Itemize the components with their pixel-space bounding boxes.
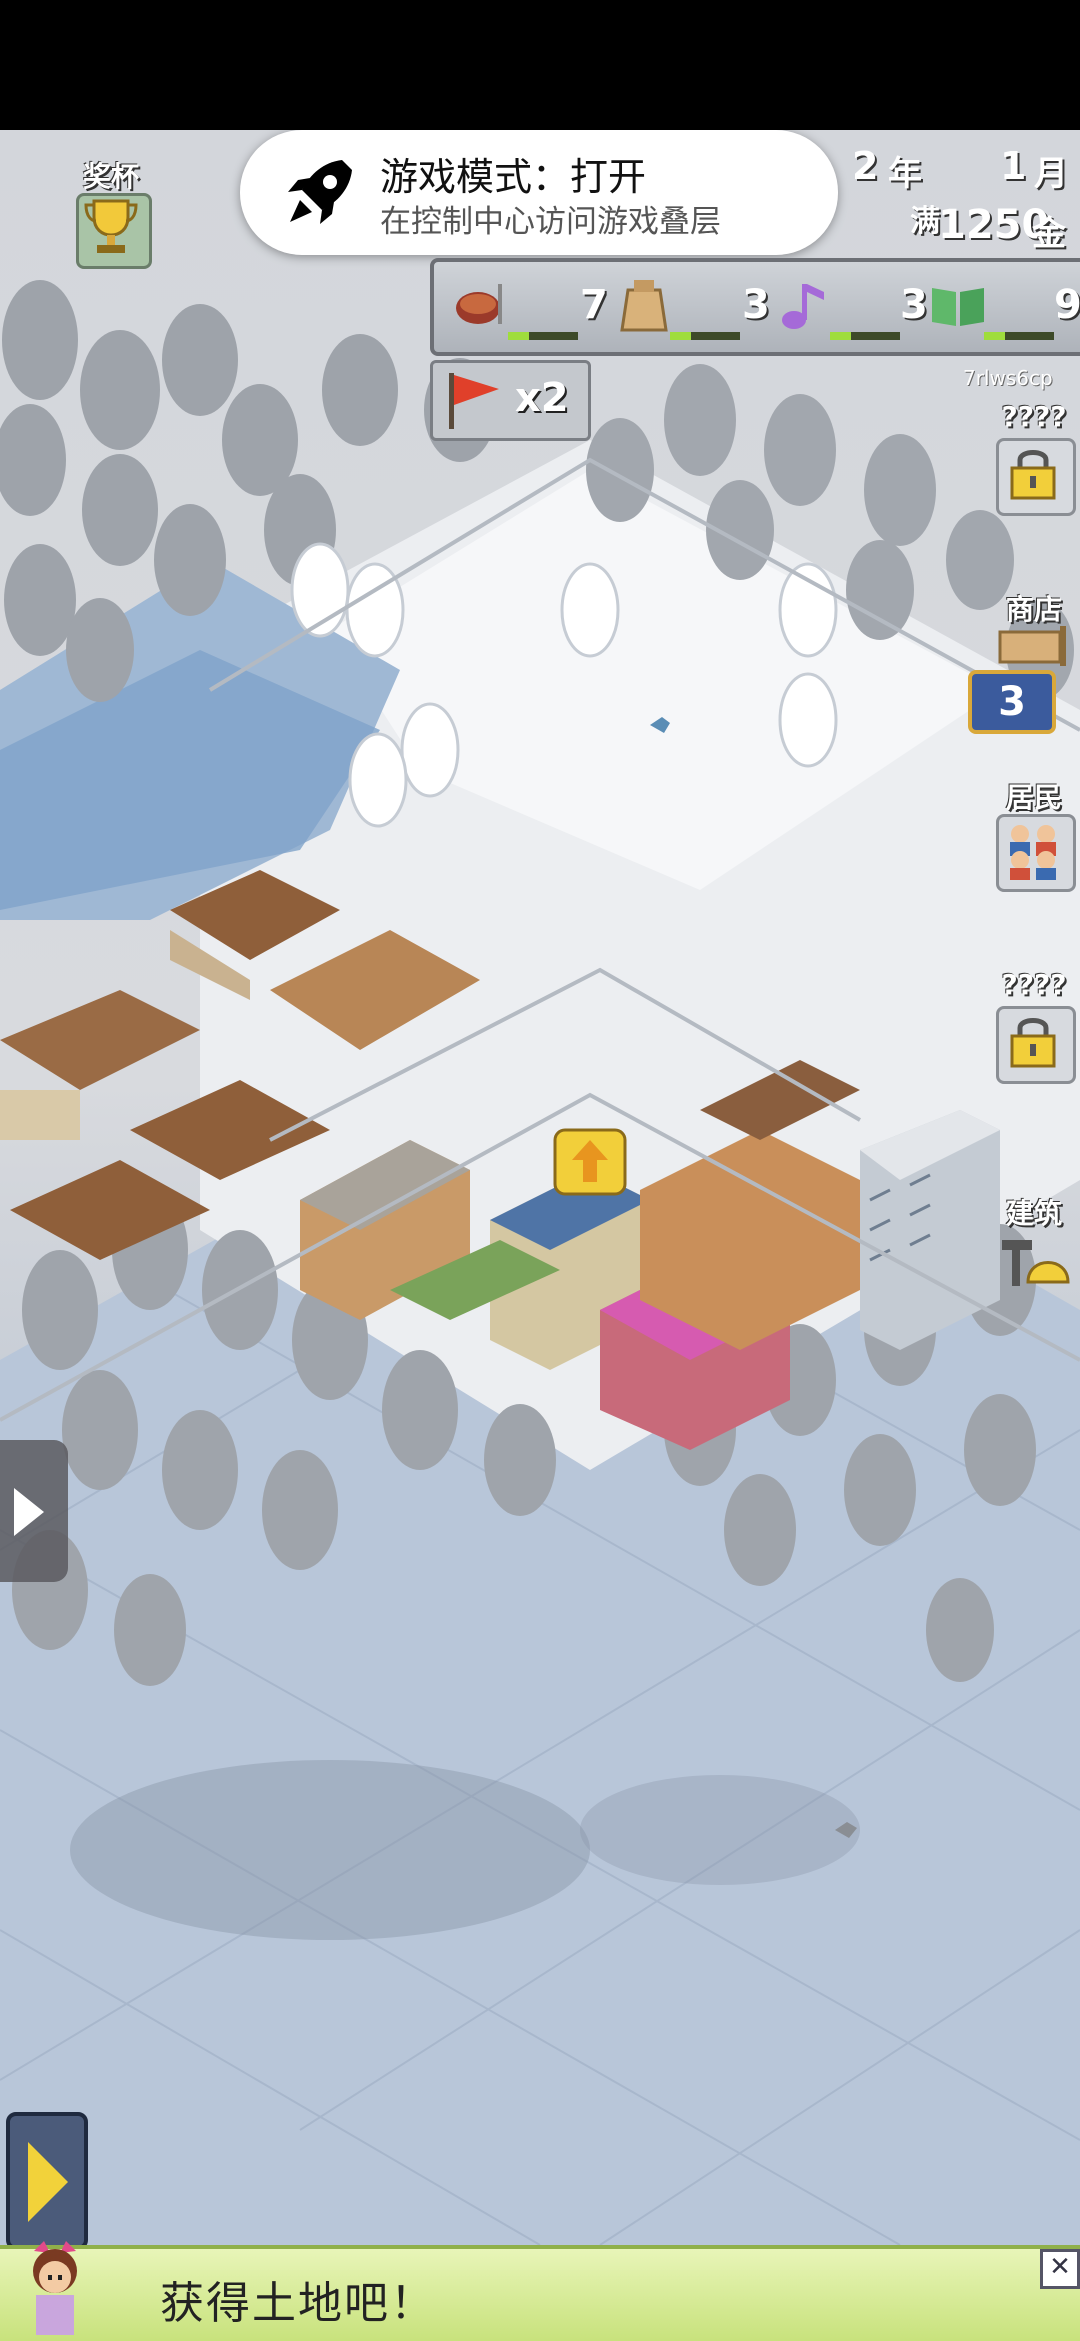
residents-label: 居民	[1005, 781, 1062, 814]
flag-bonus[interactable]: x2	[430, 360, 591, 441]
shop-count-badge: 3	[968, 670, 1056, 734]
food-value: 7	[580, 282, 608, 328]
money-unit: 金	[1032, 214, 1066, 254]
date-money-panel: 2 年 1 月 满 1250 金	[848, 140, 1076, 260]
locked-top-label: ????	[1001, 400, 1067, 433]
resource-food: 7	[452, 268, 608, 344]
shop-icon	[998, 626, 1066, 666]
year-label: 年	[888, 154, 922, 194]
advisor-avatar	[33, 2241, 77, 2335]
flag-multiplier: x2	[515, 375, 569, 421]
month-value: 1	[1000, 144, 1027, 188]
locked-mid-label: ????	[1001, 968, 1067, 1001]
resource-knowledge: 9	[928, 268, 1080, 344]
status-bar	[0, 0, 1080, 130]
toast-subtitle: 在控制中心访问游戏叠层	[380, 204, 721, 240]
book-icon	[932, 288, 984, 326]
toast-title: 游戏模式：打开	[380, 155, 647, 199]
advisor-dialog[interactable]: 获得土地吧！ ✕	[0, 2241, 1080, 2341]
rocket-icon	[288, 160, 352, 224]
chevron-right-icon	[14, 1488, 44, 1536]
trophy-icon	[84, 199, 138, 253]
resource-music: 3	[774, 268, 928, 344]
build-button[interactable]: 建筑	[990, 1192, 1080, 1292]
locked-feature-mid[interactable]: ????	[990, 968, 1080, 1084]
lock-icon	[1010, 450, 1056, 500]
knowledge-bar	[984, 332, 1054, 340]
game-mode-toast[interactable]: 游戏模式：打开 在控制中心访问游戏叠层	[240, 130, 838, 255]
shop-label: 商店	[1005, 593, 1062, 626]
bag-icon	[620, 280, 668, 332]
residents-icon	[1010, 825, 1056, 880]
month-label: 月	[1034, 154, 1068, 194]
build-icon	[1002, 1240, 1070, 1286]
locked-feature-top[interactable]: ????	[990, 400, 1080, 516]
build-label: 建筑	[1005, 1197, 1062, 1230]
music-note-icon	[782, 284, 824, 329]
dialog-message: 获得土地吧！	[160, 2278, 436, 2329]
year-value: 2	[852, 144, 879, 188]
expand-left-panel-button[interactable]	[0, 1440, 68, 1582]
map-art	[0, 280, 1080, 2245]
trophy-label: 奖杯	[82, 160, 139, 193]
play-speed-button[interactable]	[6, 2112, 88, 2250]
residents-button[interactable]: 居民	[990, 776, 1080, 892]
food-bar	[508, 332, 578, 340]
food-icon	[456, 284, 502, 324]
materials-value: 3	[742, 282, 770, 328]
flag-icon	[449, 373, 499, 429]
materials-bar	[670, 332, 740, 340]
full-label: 满	[910, 204, 940, 239]
code-text: 7rlws6cp	[963, 366, 1053, 390]
music-value: 3	[900, 282, 928, 328]
music-bar	[830, 332, 900, 340]
trophy-button[interactable]: 奖杯	[70, 155, 152, 269]
game-map[interactable]	[0, 130, 1080, 2245]
lock-icon	[1010, 1018, 1056, 1068]
resource-bar[interactable]: 7 3 3 9	[430, 258, 1080, 356]
play-icon	[28, 2142, 68, 2222]
resource-materials: 3	[614, 268, 770, 344]
knowledge-value: 9	[1054, 282, 1080, 328]
close-icon[interactable]: ✕	[1040, 2249, 1080, 2289]
